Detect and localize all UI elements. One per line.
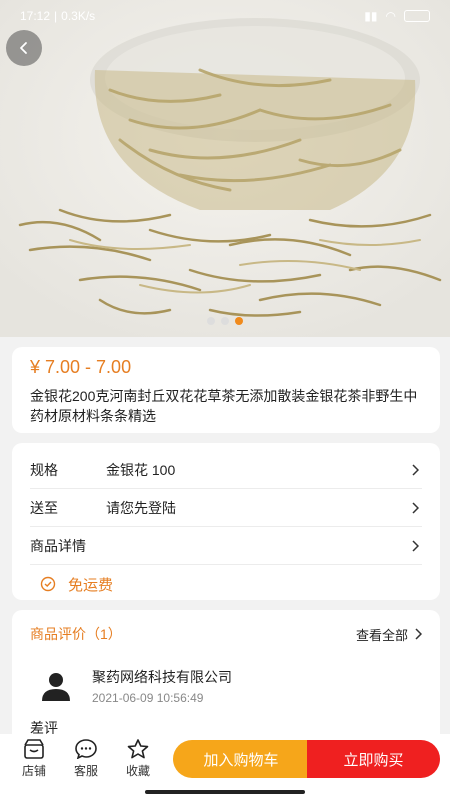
carousel-dot-active[interactable] (235, 317, 243, 325)
bottom-action-bar: 店铺 客服 收藏 加入购物车 立即购买 (0, 734, 450, 784)
battery-icon (404, 10, 430, 22)
spec-value: 金银花 100 (106, 461, 176, 478)
status-bar: 17:12 | 0.3K/s ▮▮ ◠ (0, 0, 450, 32)
product-photo (0, 0, 450, 337)
add-to-cart-button[interactable]: 加入购物车 (173, 740, 309, 778)
store-label: 店铺 (21, 764, 46, 778)
avatar (36, 666, 76, 706)
spec-label: 规格 (30, 461, 58, 478)
chevron-right-icon (408, 501, 422, 514)
review-date: 2021-06-09 10:56:49 (92, 691, 204, 705)
store-icon (24, 739, 44, 759)
user-icon (42, 673, 70, 701)
wifi-icon: ◠ (385, 9, 396, 23)
product-image-carousel[interactable]: 17:12 | 0.3K/s ▮▮ ◠ (0, 0, 450, 337)
carousel-dot[interactable] (221, 317, 229, 325)
product-price: ¥ 7.00 - 7.00 (30, 357, 132, 377)
product-title: 金银花200克河南封丘双花花草茶无添加散装金银花茶非野生中药材原材料条条精选 (30, 388, 418, 424)
service-button[interactable]: 客服 (60, 739, 112, 779)
status-time: 17:12 (20, 9, 51, 23)
review-item: 聚药网络科技有限公司 2021-06-09 10:56:49 (30, 666, 422, 706)
spec-card: 规格 金银花 100 送至 请您先登陆 商品详情 免运费 (12, 443, 440, 600)
spec-row[interactable]: 规格 金银花 100 (30, 451, 422, 489)
chevron-right-icon (415, 628, 422, 640)
favorite-button[interactable]: 收藏 (112, 739, 164, 779)
network-speed: 0.3K/s (61, 9, 96, 23)
carousel-indicator (0, 317, 450, 325)
free-shipping: 免运费 (30, 565, 422, 603)
chevron-left-icon (20, 42, 27, 54)
details-label: 商品详情 (30, 537, 86, 554)
signal-icon: ▮▮ (364, 9, 378, 23)
free-shipping-label: 免运费 (68, 576, 114, 594)
home-indicator (0, 784, 450, 800)
star-icon (127, 739, 149, 759)
delivery-row[interactable]: 送至 请您先登陆 (30, 489, 422, 527)
check-circle-icon (40, 576, 56, 592)
price-card: ¥ 7.00 - 7.00 金银花200克河南封丘双花花草茶无添加散装金银花茶非… (12, 347, 440, 433)
chevron-right-icon (408, 539, 422, 552)
chat-icon (75, 739, 97, 759)
carousel-dot[interactable] (207, 317, 215, 325)
see-all-label: 查看全部 (355, 627, 408, 643)
delivery-value: 请您先登陆 (106, 499, 176, 516)
favorite-label: 收藏 (125, 764, 150, 778)
see-all-button[interactable]: 查看全部 (356, 625, 422, 644)
review-title: 商品评价（1） (30, 626, 122, 642)
reviewer-name: 聚药网络科技有限公司 (92, 669, 232, 685)
review-card: 商品评价（1） 查看全部 聚药网络科技有限公司 2021-06-09 10:56… (12, 610, 440, 750)
back-button[interactable] (6, 30, 42, 66)
service-label: 客服 (73, 764, 98, 778)
details-row[interactable]: 商品详情 (30, 527, 422, 565)
delivery-label: 送至 (30, 499, 58, 516)
chevron-right-icon (408, 463, 422, 476)
buy-now-button[interactable]: 立即购买 (307, 740, 440, 778)
store-button[interactable]: 店铺 (8, 739, 60, 779)
